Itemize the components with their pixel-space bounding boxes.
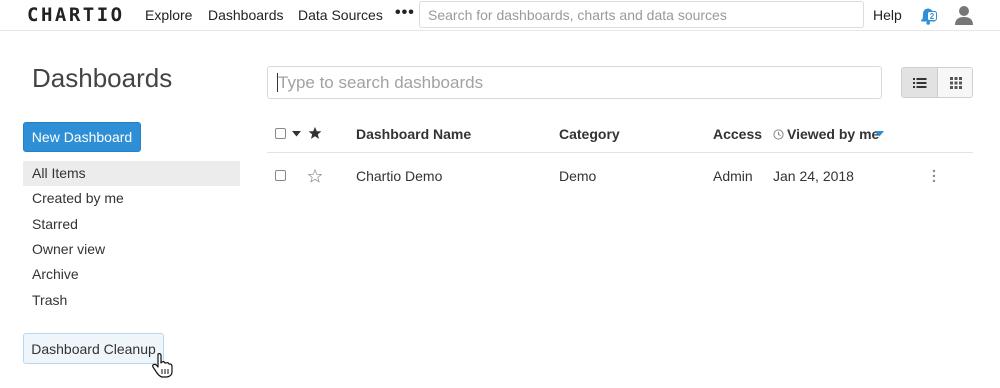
- star-column-icon[interactable]: [308, 126, 322, 140]
- user-avatar-icon[interactable]: [953, 4, 975, 26]
- column-header-dashboard-name[interactable]: Dashboard Name: [356, 126, 471, 142]
- chartio-logo[interactable]: CHARTIO: [27, 4, 125, 26]
- access-cell: Admin: [713, 168, 753, 184]
- table-row[interactable]: Chartio Demo Demo Admin Jan 24, 2018: [267, 153, 973, 198]
- row-checkbox[interactable]: [275, 170, 286, 181]
- more-menu-icon[interactable]: •••: [395, 4, 415, 22]
- sidebar-item-owner-view[interactable]: Owner view: [23, 237, 240, 262]
- column-header-access[interactable]: Access: [713, 126, 762, 142]
- view-toggle: [901, 67, 973, 98]
- dashboard-name-link[interactable]: Chartio Demo: [356, 168, 442, 184]
- select-all-checkbox[interactable]: [275, 128, 286, 139]
- notification-count: 2: [930, 12, 935, 21]
- page-title: Dashboards: [32, 63, 173, 93]
- global-search-input[interactable]: [419, 1, 864, 28]
- clock-icon: [773, 129, 784, 140]
- grid-view-icon: [950, 76, 962, 89]
- new-dashboard-button[interactable]: New Dashboard: [23, 122, 141, 152]
- text-caret: [277, 73, 278, 92]
- star-outline-icon[interactable]: [308, 169, 322, 183]
- hand-pointer-cursor-icon: [152, 353, 173, 378]
- nav-data-sources[interactable]: Data Sources: [298, 7, 383, 23]
- notification-bell-icon[interactable]: 2: [918, 4, 940, 26]
- dashboard-cleanup-button[interactable]: Dashboard Cleanup: [23, 333, 164, 364]
- table-header: Dashboard Name Category Access Viewed by…: [267, 117, 973, 153]
- list-view-icon: [912, 77, 926, 88]
- category-cell: Demo: [559, 168, 597, 184]
- nav-explore[interactable]: Explore: [145, 7, 192, 23]
- sidebar-item-trash[interactable]: Trash: [23, 288, 240, 313]
- grid-view-button[interactable]: [938, 68, 972, 97]
- list-view-button[interactable]: [902, 68, 938, 97]
- nav-dashboards[interactable]: Dashboards: [208, 7, 284, 23]
- select-dropdown-caret-icon[interactable]: [292, 131, 301, 137]
- top-navbar: CHARTIO Explore Dashboards Data Sources …: [0, 0, 1000, 31]
- column-header-category[interactable]: Category: [559, 126, 620, 142]
- help-link[interactable]: Help: [873, 7, 902, 23]
- column-header-viewed-by-me[interactable]: Viewed by me: [787, 126, 879, 142]
- sort-descending-icon[interactable]: [875, 131, 884, 137]
- row-options-kebab-icon[interactable]: [932, 169, 936, 183]
- dashboard-search-input[interactable]: [267, 66, 882, 99]
- sidebar-item-archive[interactable]: Archive: [23, 262, 240, 287]
- sidebar-item-all-items[interactable]: All Items: [23, 161, 240, 186]
- sidebar-item-created-by-me[interactable]: Created by me: [23, 186, 240, 211]
- sidebar-item-starred[interactable]: Starred: [23, 212, 240, 237]
- viewed-date-cell: Jan 24, 2018: [773, 168, 854, 184]
